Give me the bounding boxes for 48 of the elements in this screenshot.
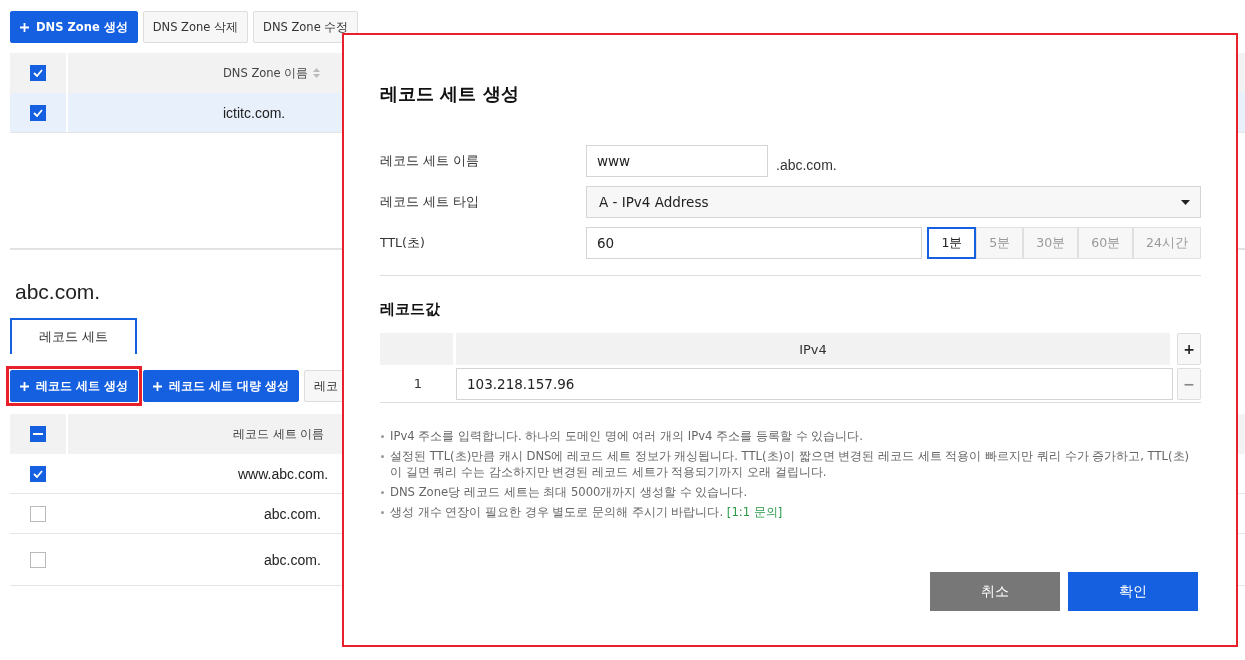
field-label: 레코드 세트 이름 [380, 152, 480, 170]
check-icon [33, 469, 43, 478]
plus-icon [153, 381, 162, 391]
toolbar-button[interactable]: 레코드 세트 대량 생성 [143, 370, 300, 402]
add-button[interactable]: + [1177, 333, 1201, 365]
column-header[interactable]: 레코드 세트 이름 [233, 426, 325, 442]
checkbox[interactable] [30, 465, 46, 482]
section-title: 레코드값 [380, 300, 441, 319]
checkbox[interactable] [30, 426, 46, 442]
note-text: 설정된 TTL(초)만큼 캐시 DNS에 레코드 세트 정보가 캐싱됩니다. TTL(초)이 짧으면 변경된 레코드 세트 적용이 빠르지만 쿼리 수가 증가하고, TTL(초)이 길면 쿼리 수는 감소하지만 변경된 레코드 세트가 적용되기까지 오래 걸립니다. [380, 448, 1201, 480]
table-cell: www.abc.com. [238, 465, 329, 482]
table-cell: ictitc.com. [223, 104, 286, 121]
check-icon [33, 69, 43, 77]
toolbar-button[interactable]: DNS Zone 생성 [10, 11, 138, 43]
ttl-preset[interactable]: 1분 [927, 227, 977, 259]
cancel-button[interactable]: 취소 [930, 572, 1060, 611]
tab[interactable]: 레코드 세트 [10, 318, 137, 354]
row-number: 1 [412, 376, 424, 391]
table-cell: abc.com. [264, 551, 321, 568]
checkbox[interactable] [30, 505, 46, 522]
column-header[interactable]: DNS Zone 이름 [223, 65, 309, 81]
type-select[interactable]: A - IPv4 Address [586, 186, 1201, 218]
toolbar-button[interactable]: 레코드 세트 생성 [10, 370, 138, 402]
toolbar-button[interactable]: DNS Zone 삭제 [142, 11, 249, 43]
column-header: IPv4 [456, 333, 1170, 365]
zone-title: abc.com. [15, 280, 102, 304]
checkbox[interactable] [30, 65, 46, 81]
plus-icon [20, 381, 29, 391]
field-label: TTL(초) [380, 234, 426, 252]
table-cell: abc.com. [264, 505, 321, 522]
caret-icon [1181, 199, 1190, 205]
confirm-button[interactable]: 확인 [1068, 572, 1198, 611]
note-text: IPv4 주소를 입력합니다. 하나의 도메인 명에 여러 개의 IPv4 주소를 등록할 수 있습니다. [380, 428, 1201, 444]
inquiry-link[interactable]: [1:1 문의] [726, 505, 783, 519]
note-text: 생성 개수 연장이 필요한 경우 별도로 문의해 주시기 바랍니다. [1:1 문의] [380, 504, 1201, 520]
dialog-title: 레코드 세트 생성 [380, 82, 520, 106]
check-icon [33, 108, 43, 117]
input-field[interactable]: 60 [586, 227, 923, 259]
minus-icon [33, 433, 43, 435]
checkbox[interactable] [30, 551, 46, 568]
domain-suffix: .abc.com. [776, 156, 837, 173]
input-field[interactable]: www [586, 145, 768, 177]
note-text: DNS Zone당 레코드 세트는 최대 5000개까지 생성할 수 있습니다. [380, 484, 1201, 500]
toolbar-button[interactable]: DNS Zone 수정 [253, 11, 359, 43]
checkbox[interactable] [30, 104, 46, 121]
plus-icon [20, 22, 29, 32]
field-label: 레코드 세트 타입 [380, 193, 480, 211]
input-field[interactable]: 103.218.157.96 [456, 367, 1173, 400]
